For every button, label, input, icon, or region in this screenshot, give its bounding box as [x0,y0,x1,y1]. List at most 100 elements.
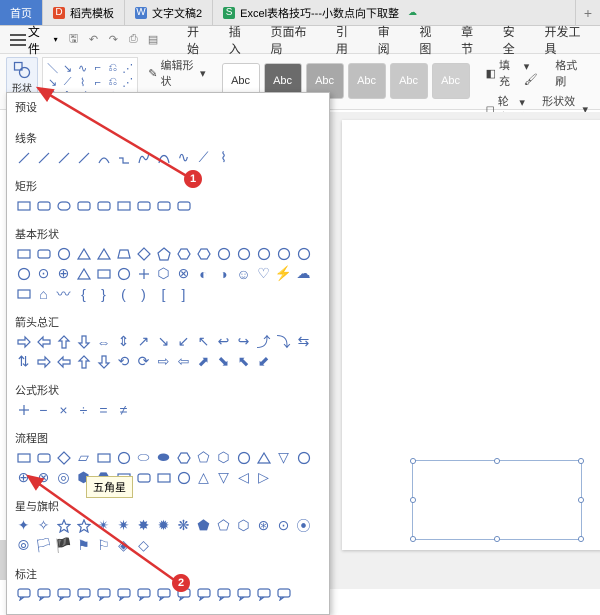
redo-icon[interactable]: ↷ [105,32,121,48]
shape-item[interactable]: ⬟ [195,517,212,534]
shape-item[interactable]: ⚡ [275,265,292,282]
shape-item[interactable] [155,245,172,262]
tab-view[interactable]: 视图 [417,19,445,61]
preview-icon[interactable]: ▤ [145,32,161,48]
shape-item[interactable]: ⦿ [295,517,312,534]
shape-item[interactable]: ⊛ [255,517,272,534]
fill-button[interactable]: ◧ 填充▾ 🖌 格式刷 [486,57,588,89]
shape-item[interactable] [135,469,152,486]
shape-item[interactable] [75,585,92,602]
shape-item[interactable] [95,265,112,282]
shape-item[interactable]: ☺ [235,265,252,282]
shape-item[interactable] [75,517,92,534]
shape-item[interactable]: ⬬ [155,449,172,466]
shape-item[interactable] [15,245,32,262]
shape-item[interactable] [175,469,192,486]
shape-item[interactable]: ] [175,285,192,302]
shape-item[interactable] [75,333,92,350]
shape-item[interactable]: ◈ [115,537,132,554]
shape-item[interactable] [75,149,92,166]
style-swatch[interactable]: Abc [348,63,386,99]
shape-item[interactable] [35,585,52,602]
style-swatch[interactable]: Abc [432,63,470,99]
tab-insert[interactable]: 插入 [227,19,255,61]
shape-item[interactable] [215,585,232,602]
shape-item[interactable]: ↩ [215,333,232,350]
shape-item[interactable] [75,245,92,262]
shape-item[interactable] [155,585,172,602]
tab-dev[interactable]: 开发工具 [543,19,594,61]
shape-item[interactable]: 〰 [55,285,72,302]
shape-item[interactable] [15,401,32,418]
shape-item[interactable]: ▷ [255,469,272,486]
shape-item[interactable] [275,585,292,602]
shape-item[interactable]: ✹ [155,517,172,534]
shape-item[interactable]: ↙ [175,333,192,350]
shape-item[interactable] [215,245,232,262]
shape-item[interactable]: ↪ [235,333,252,350]
shape-item[interactable] [95,585,112,602]
shape-item[interactable] [15,149,32,166]
shape-item[interactable]: ↘ [155,333,172,350]
shape-item[interactable]: ⊕ [55,265,72,282]
shape-item[interactable] [75,197,92,214]
app-menu[interactable]: 文件▾ [6,21,62,59]
shape-item[interactable]: ◁ [235,469,252,486]
shape-item[interactable] [175,449,192,466]
shape-item[interactable] [35,197,52,214]
shape-item[interactable] [35,353,52,370]
shape-item[interactable]: ⌇ [215,149,232,166]
shape-item[interactable]: ♡ [255,265,272,282]
shape-item[interactable]: ◑ [215,265,232,282]
shape-item[interactable]: ◇ [135,537,152,554]
shape-item[interactable] [35,245,52,262]
shape-item[interactable] [35,449,52,466]
shape-item[interactable]: ⇕ [115,333,132,350]
shape-item[interactable]: ⬠ [195,449,212,466]
tab-section[interactable]: 章节 [459,19,487,61]
shape-item[interactable]: ▱ [75,449,92,466]
shape-item[interactable] [55,353,72,370]
shape-item[interactable]: × [55,401,72,418]
shape-item[interactable] [55,197,72,214]
shape-item[interactable]: ⤵ [275,333,292,350]
shape-item[interactable] [35,333,52,350]
shape-item[interactable]: ⬠ [215,517,232,534]
shape-item[interactable]: ⊗ [175,265,192,282]
shape-item[interactable] [155,469,172,486]
shape-item[interactable]: ⇆ [295,333,312,350]
shape-item[interactable] [15,265,32,282]
shape-item[interactable]: ✴ [95,517,112,534]
shape-item[interactable]: ⌂ [35,285,52,302]
shape-item[interactable] [135,245,152,262]
shape-item[interactable] [255,585,272,602]
shape-item[interactable]: ) [135,285,152,302]
shape-item[interactable]: ▽ [215,469,232,486]
shape-item[interactable] [55,149,72,166]
shape-item[interactable] [235,449,252,466]
shape-item[interactable] [95,353,112,370]
style-swatch[interactable]: Abc [390,63,428,99]
shape-item[interactable] [255,449,272,466]
shape-item[interactable] [95,197,112,214]
edit-shape-button[interactable]: ✎ 编辑形状 ▾ [148,57,205,89]
shape-item[interactable] [95,149,112,166]
shape-item[interactable]: ⇨ [155,353,172,370]
shape-item[interactable]: ⊙ [35,265,52,282]
shape-item[interactable]: ≠ [115,401,132,418]
shape-item[interactable]: { [75,285,92,302]
shape-item[interactable]: ⇅ [15,353,32,370]
undo-icon[interactable]: ↶ [86,32,102,48]
shape-item[interactable] [255,245,272,262]
shape-item[interactable]: ▽ [275,449,292,466]
shape-item[interactable]: ÷ [75,401,92,418]
shape-item[interactable]: ⟳ [135,353,152,370]
shape-item[interactable] [15,197,32,214]
shape-item[interactable]: ✸ [135,517,152,534]
shape-item[interactable] [195,245,212,262]
shape-item[interactable]: ⬊ [215,353,232,370]
tab-layout[interactable]: 页面布局 [268,19,319,61]
shape-item[interactable] [175,245,192,262]
shape-item[interactable] [95,449,112,466]
shape-item[interactable]: ↗ [135,333,152,350]
